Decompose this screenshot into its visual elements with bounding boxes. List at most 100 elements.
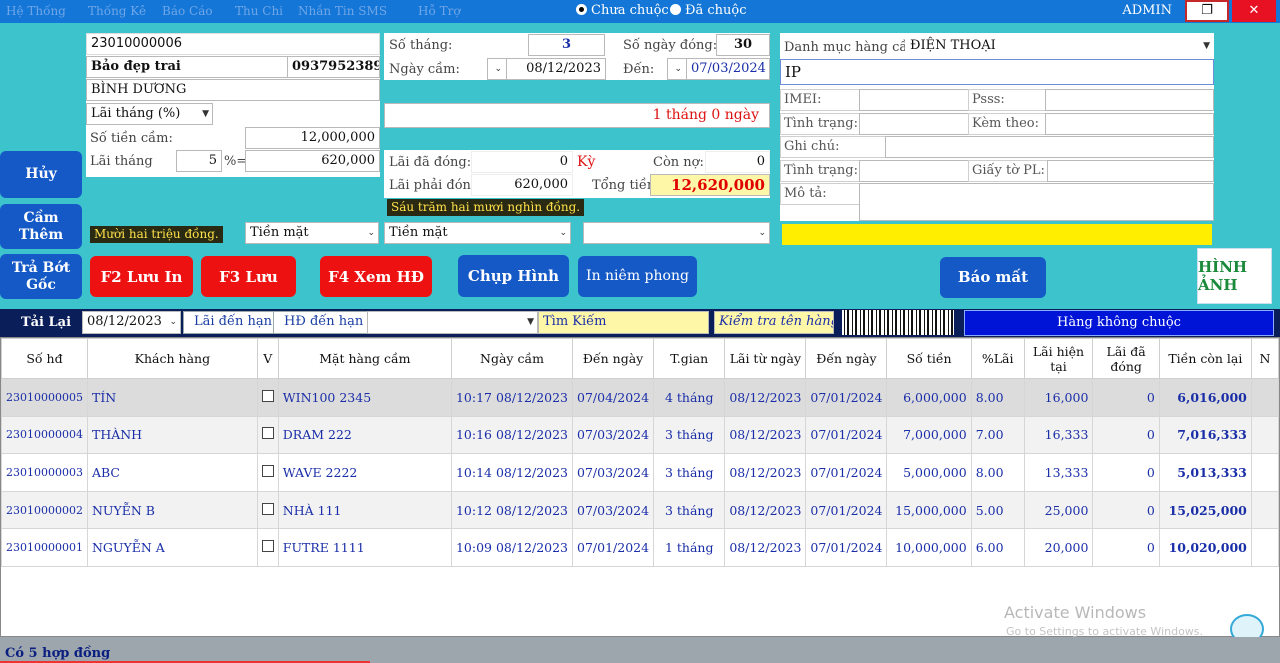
condition-input[interactable]	[859, 113, 969, 135]
col-n[interactable]: N	[1250, 338, 1279, 379]
cell-n	[1250, 378, 1279, 417]
term-payment-method-select[interactable]: Tiền mặt ⌄	[384, 222, 571, 244]
col-interest-from[interactable]: Lãi từ ngày	[724, 338, 807, 379]
radio-unredeemed[interactable]: Chưa chuộc	[576, 3, 669, 18]
menu-sms[interactable]: Nhắn Tin SMS	[298, 4, 387, 18]
papers-input[interactable]	[1047, 160, 1214, 182]
cell-v[interactable]	[256, 453, 279, 492]
date-filter[interactable]: 08/12/2023 ⌄	[82, 311, 181, 334]
col-rate[interactable]: %Lãi	[970, 338, 1025, 379]
pass-input[interactable]	[1045, 89, 1214, 111]
cell-remaining: 5,013,333	[1158, 453, 1252, 492]
chevron-down-icon: ▼	[1203, 41, 1210, 51]
item-name-input[interactable]: IP	[780, 59, 1214, 85]
cell-amount: 6,000,000	[886, 378, 972, 417]
cell-interest-to: 07/01/2024	[805, 490, 888, 530]
col-interest-paid[interactable]: Lãi đã đóng	[1092, 338, 1160, 379]
col-current-interest[interactable]: Lãi hiện tại	[1023, 338, 1094, 379]
remaining-amount: 0	[705, 151, 770, 173]
to-date-input[interactable]: 07/03/2024	[686, 58, 770, 80]
cell-v[interactable]	[256, 528, 279, 567]
accessories-input[interactable]	[1045, 113, 1214, 135]
pawn-more-button[interactable]: Cầm Thêm	[0, 204, 82, 249]
interest-type-select[interactable]: Lãi tháng (%) ▼	[86, 103, 213, 125]
cell-v[interactable]	[256, 490, 279, 530]
note-input[interactable]	[885, 136, 1214, 158]
search-input[interactable]: Tìm Kiếm	[538, 311, 709, 334]
row-checkbox[interactable]	[261, 389, 274, 402]
col-pawn-date[interactable]: Ngày cầm	[450, 338, 574, 379]
table-row[interactable]: 23010000002 NUYỄN B NHÀ 111 10:12 08/12/202…	[1, 490, 1279, 530]
take-photo-button[interactable]: Chụp Hình	[458, 255, 569, 297]
imei-input[interactable]	[859, 89, 969, 111]
interest-due-button[interactable]: Lãi đến hạn	[183, 311, 283, 334]
contract-number[interactable]: 23010000006	[86, 33, 380, 55]
col-interest-to[interactable]: Đến ngày	[805, 338, 888, 379]
view-contract-button[interactable]: F4 Xem HĐ	[320, 256, 432, 297]
customer-address-input[interactable]: BÌNH DƯƠNG	[86, 79, 380, 101]
condition2-input[interactable]	[859, 160, 969, 182]
not-redeemed-button[interactable]: Hàng không chuộc	[964, 310, 1274, 336]
row-checkbox[interactable]	[261, 540, 274, 553]
table-row[interactable]: 23010000003 ABC WAVE 2222 10:14 08/12/2023 0…	[1, 453, 1279, 492]
menu-statistics[interactable]: Thống Kê	[88, 4, 146, 18]
save-print-button[interactable]: F2 Lưu In	[90, 256, 193, 297]
row-checkbox[interactable]	[261, 427, 274, 440]
col-contract-no[interactable]: Số hđ	[1, 338, 88, 379]
pawn-date-picker[interactable]: ⌄	[487, 58, 507, 80]
cell-v[interactable]	[256, 415, 279, 455]
contract-count: Có 5 hợp đồng	[5, 646, 111, 661]
category-select[interactable]: ĐIỆN THOẠI ▼	[905, 35, 1214, 57]
cell-amount: 7,000,000	[886, 415, 972, 455]
pawn-date-input[interactable]: 08/12/2023	[506, 58, 606, 80]
days-input[interactable]: 30	[716, 34, 770, 56]
row-checkbox[interactable]	[261, 502, 274, 515]
col-term[interactable]: T.gian	[653, 338, 726, 379]
menu-reports[interactable]: Báo Cáo	[162, 4, 213, 18]
category-value: ĐIỆN THOẠI	[910, 38, 996, 53]
save-button[interactable]: F3 Lưu	[201, 256, 296, 297]
menu-system[interactable]: Hệ Thống	[6, 4, 66, 18]
payment-method-select[interactable]: Tiền mặt ⌄	[245, 222, 379, 244]
col-item[interactable]: Mặt hàng cầm	[277, 338, 452, 379]
description-input[interactable]	[859, 183, 1214, 221]
monthly-rate-input[interactable]: 5	[176, 150, 222, 172]
activation-watermark-title: Activate Windows	[1004, 603, 1147, 622]
cancel-button[interactable]: Hủy	[0, 151, 82, 198]
cell-v[interactable]	[256, 378, 279, 417]
cell-contract-no: 23010000001	[1, 528, 88, 567]
pay-principal-button[interactable]: Trả Bớt Gốc	[0, 254, 82, 299]
to-date-picker[interactable]: ⌄	[667, 58, 687, 80]
col-due-date[interactable]: Đến ngày	[572, 338, 655, 379]
cell-pawn-date: 10:12 08/12/2023	[450, 490, 574, 530]
search-field-select[interactable]: ▼	[367, 311, 538, 334]
secondary-select[interactable]: ⌄	[583, 222, 770, 244]
customer-name-input[interactable]: Bảo đẹp trai	[86, 56, 288, 78]
image-preview[interactable]: HÌNH ẢNH	[1197, 248, 1272, 304]
cell-n	[1250, 453, 1279, 492]
print-seal-button[interactable]: In niêm phong	[578, 256, 697, 297]
barcode-icon[interactable]	[842, 310, 954, 335]
restore-button[interactable]: ❐	[1185, 0, 1229, 22]
table-row[interactable]: 23010000001 NGUYỄN A FUTRE 1111 10:09 08/12…	[1, 528, 1279, 567]
col-amount[interactable]: Số tiền	[886, 338, 972, 379]
menu-support[interactable]: Hỗ Trợ	[418, 4, 461, 18]
col-remaining[interactable]: Tiền còn lại	[1158, 338, 1252, 379]
contract-due-button[interactable]: HĐ đến hạn	[273, 311, 375, 334]
close-button[interactable]: ✕	[1232, 0, 1276, 22]
col-customer[interactable]: Khách hàng	[86, 338, 258, 379]
col-v[interactable]: V	[256, 338, 279, 379]
note-label: Ghi chú:	[780, 136, 886, 158]
report-lost-button[interactable]: Báo mất	[940, 257, 1046, 298]
months-input[interactable]: 3	[528, 34, 605, 56]
loan-amount-input[interactable]: 12,000,000	[245, 127, 380, 149]
customer-phone-input[interactable]: 0937952389	[287, 56, 380, 78]
row-checkbox[interactable]	[261, 464, 274, 477]
check-item-name-input[interactable]: Kiểm tra tên hàng	[714, 311, 834, 334]
radio-redeemed[interactable]: Đã chuộc	[670, 3, 747, 18]
cell-interest-paid: 0	[1092, 453, 1160, 492]
menu-cashbook[interactable]: Thu Chi	[235, 4, 283, 18]
table-row[interactable]: 23010000004 THÀNH DRAM 222 10:16 08/12/2023…	[1, 415, 1279, 455]
table-row[interactable]: 23010000005 TÍN WIN100 2345 10:17 08/12/202…	[1, 378, 1279, 417]
reload-button[interactable]: Tải Lại	[12, 313, 80, 333]
